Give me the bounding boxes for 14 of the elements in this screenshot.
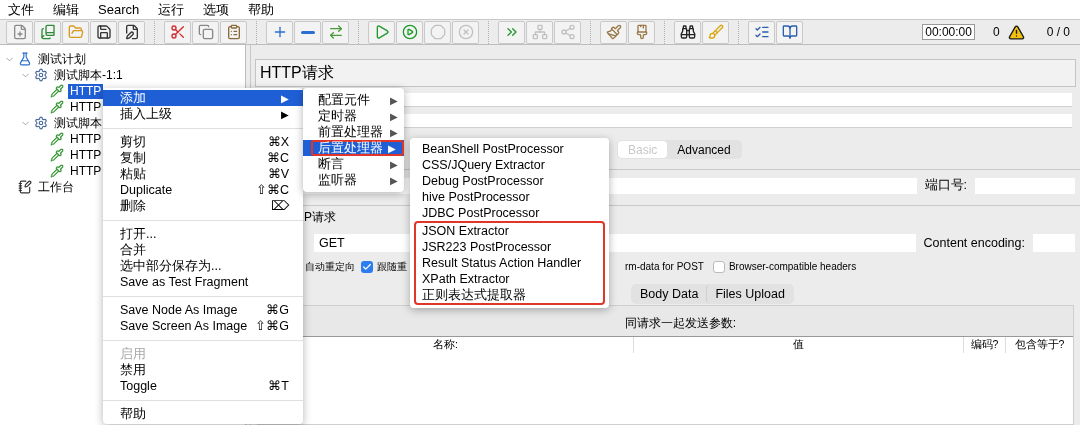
column-header: 包含等于? — [1005, 337, 1073, 354]
encoding-label: Content encoding: — [923, 235, 1025, 252]
column-header: 编码? — [963, 337, 1005, 354]
panel-title: HTTP请求 — [260, 63, 334, 83]
option-label: 自动重定向 — [305, 260, 355, 275]
elapsed-time: 00:00:00 — [922, 24, 975, 40]
error-count: 0 — [992, 24, 1000, 41]
port-label: 端口号: — [924, 177, 967, 195]
column-header: 名称: — [432, 337, 459, 353]
column-header: 值 — [633, 337, 963, 354]
thread-count: 0 / 0 — [1046, 24, 1070, 41]
section-label: P请求 — [304, 210, 336, 224]
option-label: rm-data for POST — [625, 260, 704, 275]
parameters-title: 同请求一起发送参数: — [624, 314, 737, 332]
